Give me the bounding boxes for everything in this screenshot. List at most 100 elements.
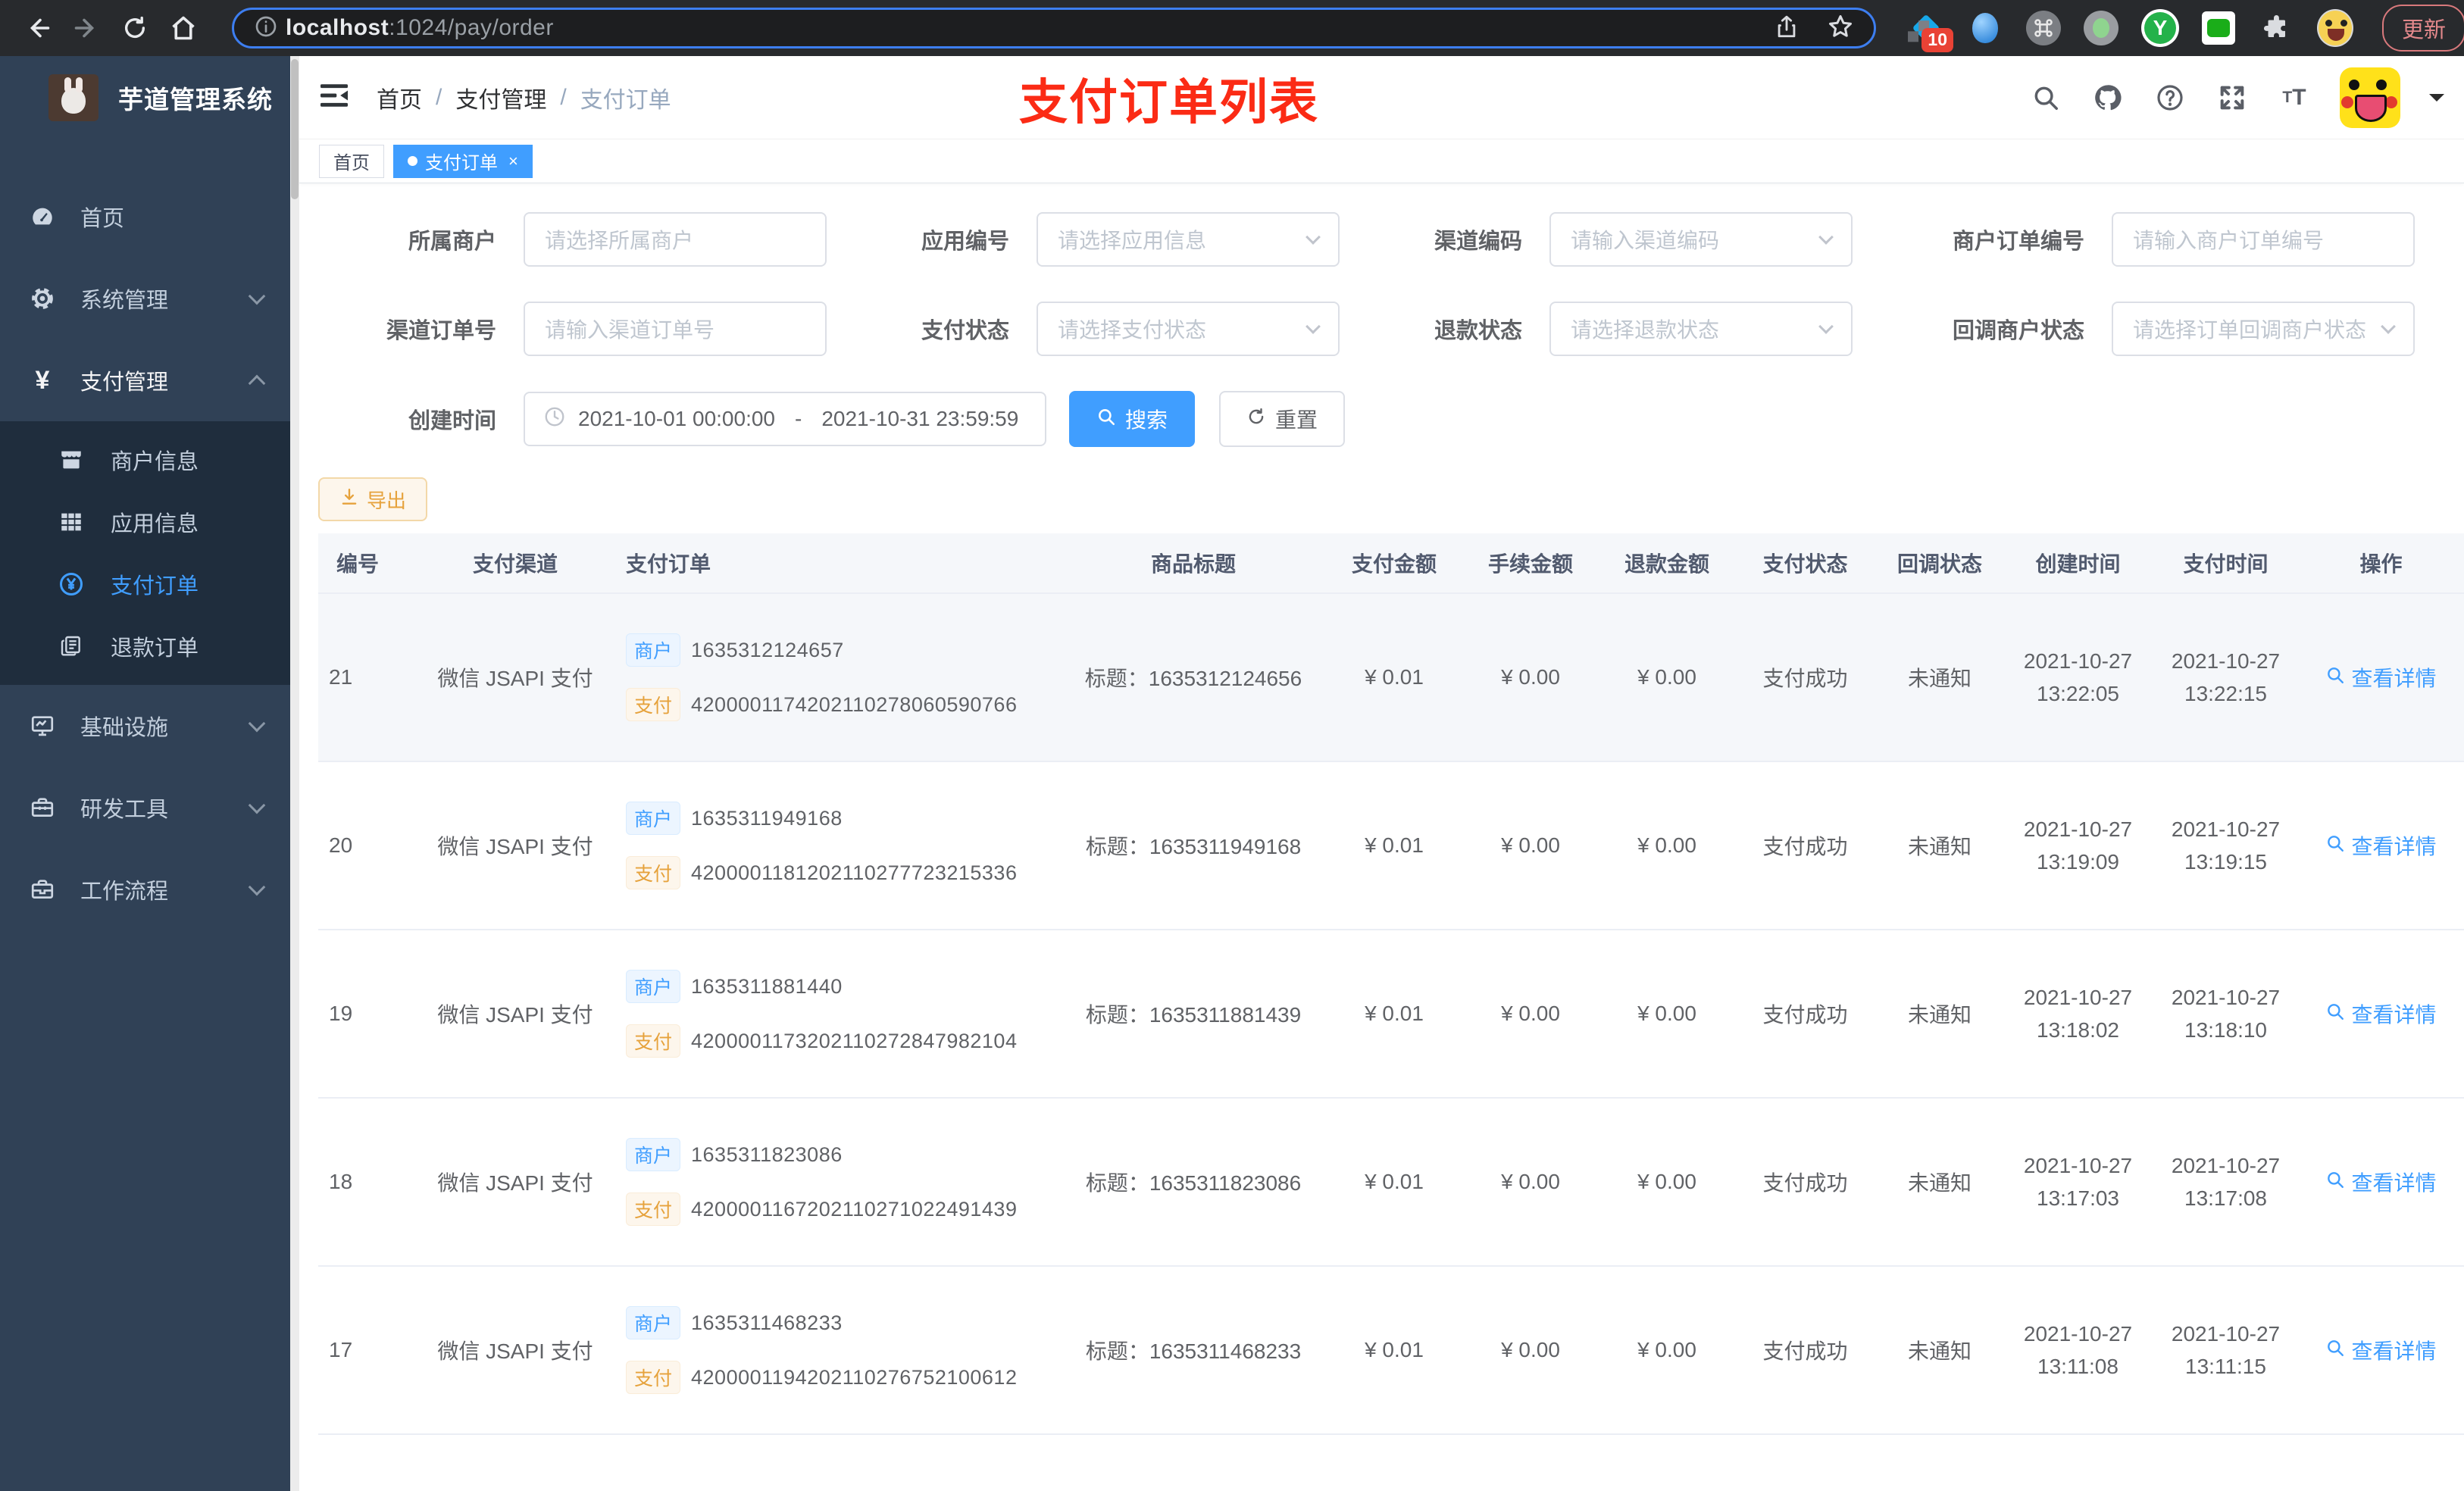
sidebar-item-system[interactable]: 系统管理 [0,258,290,339]
pay-tag: 支付 [626,856,681,889]
github-icon[interactable] [2091,81,2125,114]
sidebar-item-workflow[interactable]: 工作流程 [0,849,290,930]
star-icon[interactable] [1827,13,1854,44]
extension-balloon-icon[interactable] [1967,10,2003,46]
date-range-input[interactable]: 2021-10-01 00:00:00 - 2021-10-31 23:59:5… [524,392,1046,446]
col-header-pay-time: 支付时间 [2183,552,2269,576]
tab-home[interactable]: 首页 [319,144,384,178]
breadcrumb-pay[interactable]: 支付管理 [455,81,546,114]
gear-icon [29,286,56,311]
filter-input[interactable]: 请选择退款状态 [1549,302,1853,356]
fullscreen-icon[interactable] [2215,81,2249,114]
table-row: 21 微信 JSAPI 支付 商户 1635312124657 支付 42000… [318,594,2464,762]
sidebar-item-app-info[interactable]: 应用信息 [0,491,290,553]
sidebar-item-merchant-info[interactable]: 商户信息 [0,429,290,491]
extension-y-icon[interactable]: Y [2141,9,2179,47]
chevron-down-icon [1818,230,1834,245]
reload-icon[interactable] [114,7,156,49]
extension-chat-icon[interactable] [2202,11,2235,45]
view-detail-link[interactable]: 查看详情 [2300,662,2462,692]
filter-input[interactable]: 请选择应用信息 [1037,212,1340,267]
cell-channel: 微信 JSAPI 支付 [437,1171,593,1195]
search-button[interactable]: 搜索 [1069,391,1196,447]
url-text[interactable]: localhost:1024/pay/order [286,15,1766,41]
update-button[interactable]: 更新 [2382,5,2464,52]
extension-emoji-icon[interactable] [2317,9,2353,47]
close-icon[interactable]: × [508,152,518,171]
view-detail-link[interactable]: 查看详情 [2300,999,2462,1029]
info-icon[interactable] [254,14,278,42]
app-logo[interactable]: 芋道管理系统 [0,56,290,139]
filter-input[interactable]: 请输入渠道编码 [1549,212,1853,267]
filter-input[interactable]: 请选择所属商户 [524,212,827,267]
search-icon[interactable] [2029,81,2062,114]
cell-title: 标题：1635311468233 [1085,1339,1302,1363]
page-scrollbar[interactable] [290,56,299,1491]
sidebar-item-label: 工作流程 [80,880,169,904]
filter-input[interactable]: 请选择订单回调商户状态 [2112,302,2415,356]
filter-label: 退款状态 [1434,319,1522,343]
reset-button[interactable]: 重置 [1219,391,1346,447]
view-detail-link[interactable]: 查看详情 [2300,1335,2462,1365]
view-detail-link[interactable]: 查看详情 [2300,1167,2462,1197]
forward-icon[interactable] [65,7,108,49]
cell-title: 标题：1635311823086 [1085,1171,1302,1195]
sidebar-fold-icon[interactable] [319,82,349,113]
sidebar-item-pay-order[interactable]: 支付订单 [0,553,290,615]
cell-id: 17 [329,1338,353,1361]
avatar[interactable] [2340,67,2400,128]
export-button[interactable]: 导出 [318,477,428,521]
pay-order-no: 4200001167202110271022491439 [691,1197,1018,1221]
cell-notify-status: 未通知 [1907,1171,1972,1195]
download-icon [339,487,359,512]
tab-pay-order[interactable]: 支付订单 × [393,144,533,178]
cell-pay-time: 2021-10-27 13:22:15 [2171,649,2281,705]
filter-placeholder: 请选择所属商户 [545,229,694,252]
extension-record-icon[interactable] [2084,11,2118,45]
grid-icon [58,509,85,535]
cell-create-time: 2021-10-27 13:18:02 [2023,985,2133,1042]
cell-fee: ¥ 0.00 [1501,665,1560,689]
magnifier-icon [2325,1002,2345,1027]
filter-input[interactable]: 请选择支付状态 [1037,302,1340,356]
pay-order-no: 4200001174202110278060590766 [691,692,1018,716]
cell-pay-status: 支付成功 [1762,835,1848,858]
filter-label: 所属商户 [408,230,496,254]
cell-title: 标题：1635311949168 [1085,835,1302,858]
sidebar-item-home[interactable]: 首页 [0,176,290,258]
extensions-row: 10 Y [1908,9,2353,52]
toolbox-icon [29,795,56,821]
sidebar-item-pay[interactable]: ¥ 支付管理 [0,339,290,421]
chevron-down-icon[interactable] [2429,93,2444,109]
sidebar-item-infra[interactable]: 基础设施 [0,685,290,767]
sidebar-item-refund-order[interactable]: 退款订单 [0,615,290,677]
back-icon[interactable] [17,7,59,49]
share-icon[interactable] [1774,14,1800,43]
magnifier-icon [2325,665,2345,690]
scrollbar-thumb[interactable] [291,59,299,199]
extension-command-icon[interactable] [2026,11,2061,45]
filter-placeholder: 请选择退款状态 [1571,318,1720,342]
chevron-down-icon [248,714,266,733]
extensions-puzzle-icon[interactable] [2258,10,2294,46]
cell-amount: ¥ 0.01 [1365,665,1424,689]
filter-input[interactable]: 请输入渠道订单号 [524,302,827,356]
breadcrumb-home[interactable]: 首页 [377,81,422,114]
filter-placeholder: 请选择支付状态 [1058,318,1207,342]
filter-input[interactable]: 请输入商户订单编号 [2112,212,2415,267]
extension-diamond-icon[interactable]: 10 [1908,10,1953,52]
merchant-tag: 商户 [626,1138,681,1171]
breadcrumb: 首页 / 支付管理 / 支付订单 [377,81,671,114]
cell-fee: ¥ 0.00 [1501,1338,1560,1361]
table-row: 17 微信 JSAPI 支付 商户 1635311468233 支付 42000… [318,1267,2464,1435]
sidebar-item-label: 支付管理 [80,370,169,395]
url-bar[interactable]: localhost:1024/pay/order [232,8,1876,48]
sidebar-item-dev-tools[interactable]: 研发工具 [0,767,290,849]
extension-badge: 10 [1921,28,1953,52]
help-icon[interactable] [2153,81,2187,114]
view-detail-link[interactable]: 查看详情 [2300,830,2462,861]
home-icon[interactable] [162,7,205,49]
breadcrumb-current: 支付订单 [580,87,671,113]
pay-order-no: 4200001173202110272847982104 [691,1029,1018,1052]
font-size-icon[interactable]: TT [2278,81,2311,114]
